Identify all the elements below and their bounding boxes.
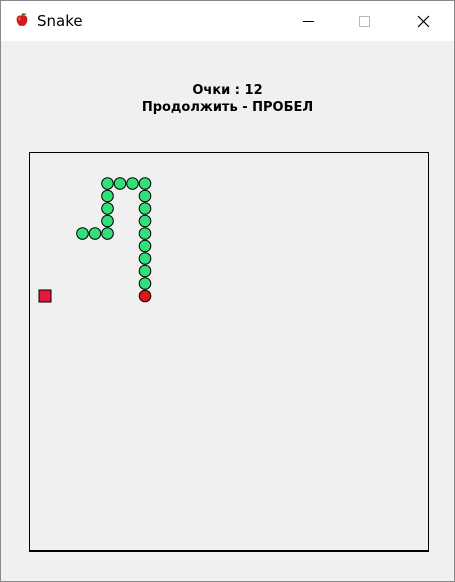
snake-segment (101, 227, 114, 240)
snake-segment (138, 189, 152, 203)
snake-segment (101, 214, 114, 228)
food-item (38, 289, 52, 303)
maximize-icon (359, 16, 370, 27)
snake-segment (76, 227, 89, 240)
game-board[interactable] (29, 152, 429, 552)
score-label: Очки : 12 (192, 83, 263, 98)
snake-segment (138, 264, 152, 278)
app-window: Snake Очки : 12 Продолжить - ПРОБЕЛ (0, 0, 455, 582)
snake-segment (138, 202, 152, 215)
snake-segment (101, 202, 114, 215)
snake-segment (138, 239, 152, 253)
close-button[interactable] (396, 1, 454, 41)
snake-head (138, 289, 152, 303)
snake-segment (101, 177, 114, 190)
snake-segment (138, 177, 152, 190)
apple-icon (14, 12, 30, 28)
snake-segment (101, 189, 114, 203)
minimize-icon (303, 21, 314, 22)
snake-segment (113, 177, 127, 190)
maximize-button[interactable] (337, 1, 395, 41)
snake-segment (138, 214, 152, 228)
board-canvas (38, 177, 152, 303)
snake-segment (126, 177, 139, 190)
minimize-button[interactable] (279, 1, 337, 41)
snake-segment (88, 227, 102, 240)
close-icon (417, 15, 430, 28)
snake-segment (138, 277, 152, 290)
snake-segment (138, 252, 152, 265)
snake-segment (138, 227, 152, 240)
title-bar[interactable]: Snake (1, 1, 454, 41)
resume-hint: Продолжить - ПРОБЕЛ (141, 100, 314, 115)
window-title: Snake (37, 12, 83, 30)
